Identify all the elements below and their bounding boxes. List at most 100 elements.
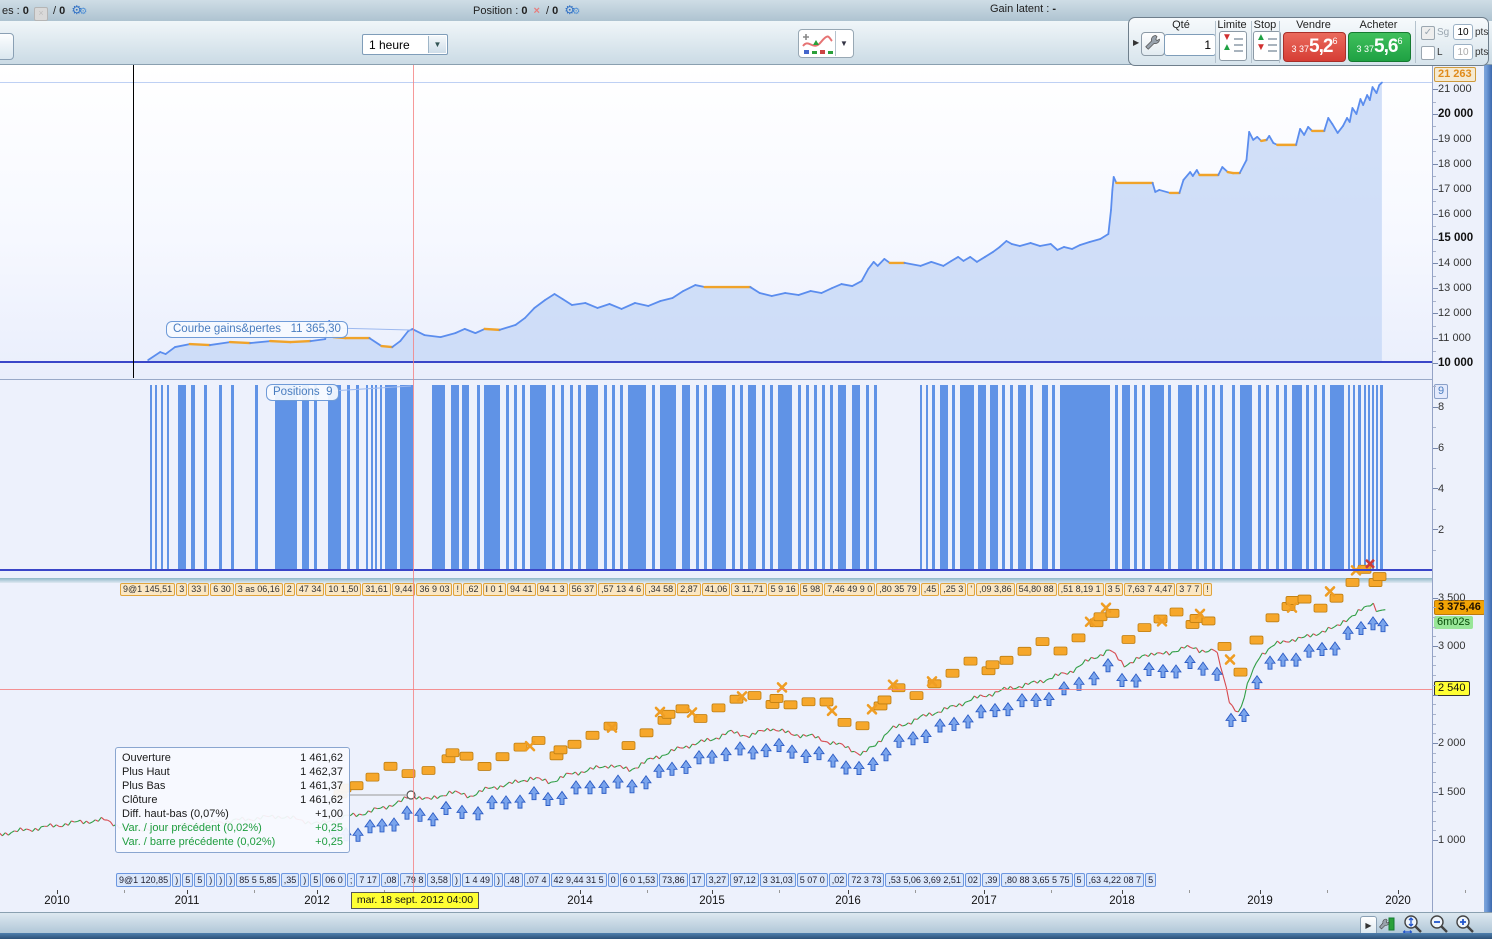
trade-label: 3,58 [427, 873, 451, 887]
x-axis-year-label: 2020 [1385, 895, 1411, 907]
axis-tick [1433, 338, 1438, 340]
axis-tick [1433, 743, 1438, 744]
trade-label: 33 I [188, 583, 210, 596]
trade-label: 5 [1073, 873, 1085, 887]
axis-tick [1433, 363, 1438, 364]
orders-settings-gear-icon[interactable]: ⚙⚙ [71, 3, 87, 17]
trade-label: 3 as 06,16 [234, 583, 283, 596]
axis-tick [1433, 772, 1436, 774]
left-partial-button[interactable] [0, 33, 14, 60]
sell-price-prefix: 3 37 [1291, 44, 1310, 54]
trade-label: 42 9,44 31 5 [550, 873, 607, 887]
toolbar: 1 heure ▼ ▼ ▶ Qté Limite [0, 17, 1492, 66]
axis-tick [1433, 616, 1436, 618]
sg-points-input[interactable] [1453, 24, 1473, 40]
position-count: 0 [521, 5, 528, 17]
chart-type-icon [802, 33, 833, 54]
trade-label: ! [1203, 583, 1212, 596]
ohlc-row-label: Diff. haut-bas (0,07%) [122, 808, 229, 820]
arrow-up-icon: ▲ [1222, 42, 1232, 53]
x-axis-tick [1260, 890, 1261, 894]
trade-label: ,02 [828, 873, 848, 887]
trade-label: 0 [607, 873, 619, 887]
axis-tick [1433, 325, 1436, 327]
right-axis[interactable]: 21 263 9 3 375,46 6m02s 2 540 21 000 20 0… [1432, 64, 1485, 912]
position-close-icon[interactable]: × [534, 5, 540, 17]
trade-label: 3 [176, 583, 188, 596]
stop-order-button[interactable]: ▲ ▼ [1253, 31, 1281, 61]
trade-label: 72 3 73 [848, 873, 885, 887]
window-bottom-edge [0, 933, 1492, 939]
trade-label: 3 11,71 [731, 583, 767, 596]
trade-label: 36 9 03 [416, 583, 453, 596]
trade-label: ,80 88 3,65 5 75 [1001, 873, 1073, 887]
l-points-input[interactable] [1453, 44, 1473, 60]
panel-expander-icon[interactable]: ▶ [1133, 38, 1139, 47]
trade-label: 06 0 [322, 873, 346, 887]
orders-close-icon[interactable]: × [33, 7, 48, 21]
x-axis-minor-tick [1051, 890, 1052, 893]
trade-label: 17 [688, 873, 705, 887]
trade-label: ) [493, 873, 503, 887]
axis-tick [1433, 468, 1436, 469]
axis-tick [1433, 114, 1438, 115]
x-axis[interactable]: 2010 2011 2012 2014 2015 2016 2017 2018 2019 2020 [0, 890, 1466, 912]
x-axis-tick [1122, 890, 1123, 894]
latent-gain-value: - [1052, 3, 1057, 15]
x-axis-year-label: 2019 [1247, 895, 1273, 907]
x-axis-year-label: 2012 [304, 895, 330, 907]
positions-legend-box[interactable]: Positions 9 [266, 384, 340, 401]
trade-label: 97,12 [730, 873, 759, 887]
x-axis-tick [848, 890, 849, 894]
trade-label: 10 1,50 [325, 583, 362, 596]
position-separator: / [546, 5, 550, 17]
trade-label: 94 41 [507, 583, 536, 596]
ohlc-row-label: Ouverture [122, 752, 171, 764]
equity-legend-box[interactable]: Courbe gains&pertes 11 365,30 [166, 321, 348, 338]
ohlc-row: Ouverture 1 461,62 [122, 751, 343, 765]
positions-chart-panel[interactable] [0, 379, 1432, 579]
trade-label: ,07 4 [523, 873, 550, 887]
chevron-down-icon[interactable]: ▼ [428, 36, 446, 53]
trade-label: ) [300, 873, 310, 887]
x-axis-year-label: 2014 [567, 895, 593, 907]
orders-count-2: 0 [59, 5, 66, 17]
x-axis-minor-tick [1327, 890, 1328, 893]
trade-label: ,09 3,86 [976, 583, 1015, 596]
ohlc-row-value: 1 461,62 [300, 794, 343, 806]
limit-order-button[interactable]: ▼ ▲ [1219, 31, 1247, 61]
trade-label: ) [206, 873, 216, 887]
x-axis-tick [984, 890, 985, 894]
axis-tick [1433, 275, 1436, 277]
qty-input[interactable] [1164, 34, 1216, 56]
chart-type-chevron-icon[interactable]: ▼ [835, 31, 852, 56]
axis-tick [1433, 151, 1436, 153]
trade-label: 5 9 16 [767, 583, 799, 596]
window-right-edge [1484, 64, 1492, 912]
order-settings-button[interactable] [1141, 32, 1165, 56]
axis-tick [1433, 488, 1438, 490]
axis-tick [1433, 791, 1438, 793]
l-checkbox[interactable] [1421, 46, 1435, 60]
axis-tick [1433, 163, 1438, 165]
trade-label: 7,46 49 9 0 [824, 583, 876, 596]
trade-label: ; [346, 873, 356, 887]
position-settings-gear-icon[interactable]: ⚙⚙ [564, 3, 580, 17]
sg-checkbox[interactable]: ✓ [1421, 26, 1435, 40]
trade-label: 02 [964, 873, 981, 887]
buy-button[interactable]: 3 37 5,6 6 [1348, 32, 1411, 62]
ohlc-row: Plus Bas 1 461,37 [122, 779, 343, 793]
bar-countdown-box: 6m02s [1434, 616, 1474, 629]
trade-label: 5 [310, 873, 322, 887]
timeframe-select[interactable]: 1 heure ▼ [362, 34, 448, 55]
pts-unit-label: pts [1475, 27, 1489, 38]
arrow-down-icon: ▼ [1256, 42, 1266, 53]
chart-type-button[interactable]: ▼ [798, 29, 854, 58]
sell-button[interactable]: 3 37 5,2 6 [1283, 32, 1346, 62]
crosshair-date-box: mar. 18 sept. 2012 04:00 [351, 892, 479, 909]
equity-baseline [0, 361, 1432, 363]
axis-label: 2 [1438, 524, 1445, 536]
axis-tick [1433, 89, 1438, 91]
axis-tick [1433, 126, 1436, 128]
orders-separator: / [53, 5, 57, 17]
